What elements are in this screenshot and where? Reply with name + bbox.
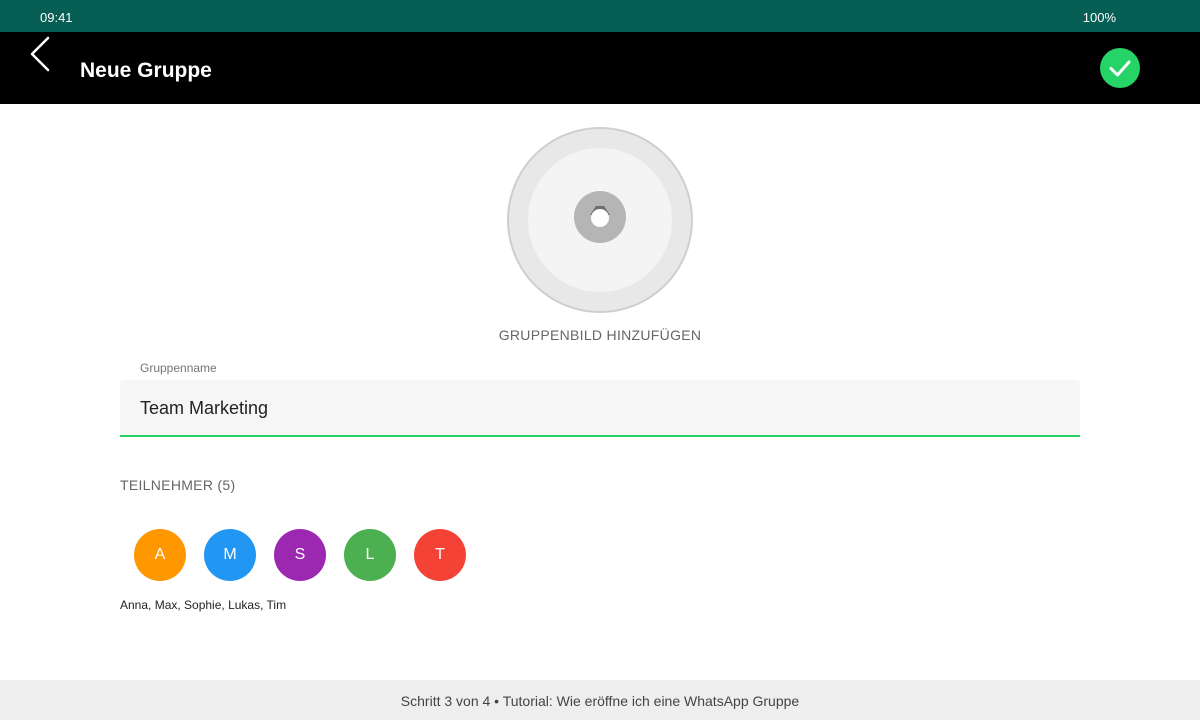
group-name-input[interactable] — [120, 380, 1080, 437]
participant-avatar[interactable]: T — [414, 529, 466, 581]
footer-text: Schritt 3 von 4 • Tutorial: Wie eröffne … — [400, 693, 800, 709]
chevron-left-icon — [30, 36, 50, 72]
group-name-label: Gruppenname — [140, 361, 217, 375]
participant-avatar[interactable]: A — [134, 529, 186, 581]
group-photo-picker[interactable] — [507, 127, 693, 313]
status-time: 09:41 — [40, 10, 73, 25]
add-group-photo-label: GRUPPENBILD HINZUFÜGEN — [498, 327, 702, 343]
participant-avatar[interactable]: M — [204, 529, 256, 581]
page-title: Neue Gruppe — [80, 59, 212, 82]
check-icon — [1109, 60, 1131, 77]
participant-names: Anna, Max, Sophie, Lukas, Tim — [120, 598, 287, 612]
tutorial-footer: Schritt 3 von 4 • Tutorial: Wie eröffne … — [0, 680, 1200, 720]
back-button[interactable] — [28, 34, 58, 74]
participant-avatar[interactable]: L — [344, 529, 396, 581]
app-bar: Neue Gruppe — [0, 32, 1200, 104]
status-bar: 09:41 100% — [0, 0, 1200, 32]
camera-icon — [574, 191, 626, 243]
battery-level: 100% — [1082, 10, 1116, 25]
participants-heading: TEILNEHMER (5) — [120, 477, 236, 493]
confirm-button[interactable] — [1100, 48, 1140, 88]
group-photo-placeholder — [528, 148, 672, 292]
participant-avatar[interactable]: S — [274, 529, 326, 581]
